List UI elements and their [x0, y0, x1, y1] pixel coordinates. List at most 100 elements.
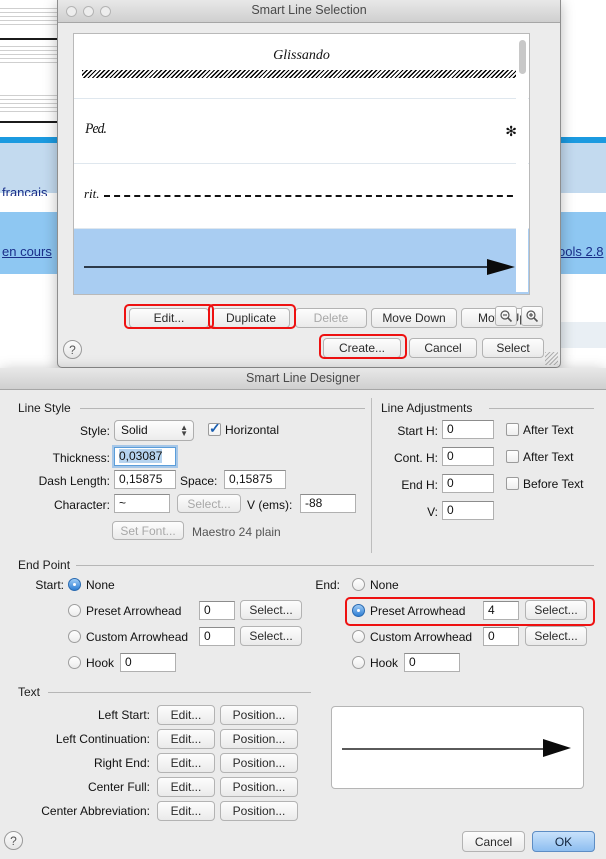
designer-window-title: Smart Line Designer	[0, 371, 606, 385]
left-continuation-edit-button[interactable]: Edit...	[157, 729, 215, 749]
end-preset-arrowhead-radio[interactable]	[352, 604, 365, 617]
designer-cancel-button[interactable]: Cancel	[462, 831, 525, 852]
designer-help-button[interactable]: ?	[4, 831, 23, 850]
v-input[interactable]: 0	[442, 501, 494, 520]
start-custom-arrowhead-select-button[interactable]: Select...	[240, 626, 302, 646]
end-custom-arrowhead-input[interactable]: 0	[483, 627, 519, 646]
vems-label: V (ems):	[247, 498, 303, 512]
start-h-after-text-checkbox[interactable]	[506, 423, 519, 436]
create-button[interactable]: Create...	[323, 338, 401, 358]
dash-length-input[interactable]: 0,15875	[114, 470, 176, 489]
designer-ok-button[interactable]: OK	[532, 831, 595, 852]
start-preset-arrowhead-label: Preset Arrowhead	[86, 604, 181, 618]
line-adjustments-group-rule	[489, 408, 594, 409]
end-point-group-rule	[76, 565, 594, 566]
end-none-radio[interactable]	[352, 578, 365, 591]
scrollbar-thumb[interactable]	[519, 40, 526, 74]
start-hook-input[interactable]: 0	[120, 653, 176, 672]
style-dropdown[interactable]: Solid ▲▼	[114, 420, 194, 441]
left-start-position-button[interactable]: Position...	[220, 705, 298, 725]
delete-button: Delete	[295, 308, 367, 328]
list-item[interactable]: Glissando	[74, 34, 529, 99]
end-h-input[interactable]: 0	[442, 474, 494, 493]
move-down-button[interactable]: Move Down	[371, 308, 457, 328]
end-hook-radio[interactable]	[352, 656, 365, 669]
horizontal-label: Horizontal	[225, 423, 279, 437]
background-band	[556, 143, 606, 193]
smart-line-designer-window: Smart Line Designer Line Style Style: So…	[0, 368, 606, 859]
zoom-out-icon[interactable]	[495, 306, 517, 326]
end-h-before-text-checkbox[interactable]	[506, 477, 519, 490]
left-continuation-position-button[interactable]: Position...	[220, 729, 298, 749]
select-button[interactable]: Select	[482, 338, 544, 358]
cont-h-input[interactable]: 0	[442, 447, 494, 466]
duplicate-button[interactable]: Duplicate	[212, 308, 290, 328]
list-scrollbar[interactable]	[516, 36, 528, 292]
end-none-label: None	[370, 578, 399, 592]
start-h-input[interactable]: 0	[442, 420, 494, 439]
edit-button[interactable]: Edit...	[129, 308, 209, 328]
start-preset-arrowhead-input[interactable]: 0	[199, 601, 235, 620]
smart-line-list[interactable]: Glissando Ped. ✻ rit.	[73, 33, 530, 295]
end-custom-arrowhead-label: Custom Arrowhead	[370, 630, 472, 644]
center-abbreviation-position-button[interactable]: Position...	[220, 801, 298, 821]
left-start-edit-button[interactable]: Edit...	[157, 705, 215, 725]
left-start-label: Left Start:	[40, 708, 150, 722]
selection-help-button[interactable]: ?	[63, 340, 82, 359]
start-h-after-text-label: After Text	[523, 423, 573, 437]
background-band	[556, 322, 606, 348]
right-end-label: Right End:	[40, 756, 150, 770]
end-hook-input[interactable]: 0	[404, 653, 460, 672]
horizontal-checkbox[interactable]	[208, 423, 221, 436]
center-full-position-button[interactable]: Position...	[220, 777, 298, 797]
start-none-radio[interactable]	[68, 578, 81, 591]
smart-line-selection-dialog: Smart Line Selection Glissando Ped. ✻ ri…	[57, 0, 561, 368]
list-item[interactable]: rit.	[74, 164, 529, 229]
center-abbreviation-edit-button[interactable]: Edit...	[157, 801, 215, 821]
text-group-label: Text	[18, 685, 40, 699]
end-point-group-label: End Point	[18, 558, 70, 572]
start-hook-radio[interactable]	[68, 656, 81, 669]
font-description: Maestro 24 plain	[192, 525, 281, 539]
end-preset-arrowhead-label: Preset Arrowhead	[370, 604, 465, 618]
glissando-label: Glissando	[273, 48, 330, 64]
dash-length-label: Dash Length:	[10, 474, 110, 488]
start-preset-arrowhead-radio[interactable]	[68, 604, 81, 617]
line-style-group-rule	[80, 408, 365, 409]
start-h-label: Start H:	[380, 424, 438, 438]
list-item[interactable]: Ped. ✻	[74, 99, 529, 164]
end-custom-arrowhead-select-button[interactable]: Select...	[525, 626, 587, 646]
cont-h-after-text-checkbox[interactable]	[506, 450, 519, 463]
end-hook-label: Hook	[370, 656, 398, 670]
vems-input[interactable]: -88	[300, 494, 356, 513]
center-abbreviation-label: Center Abbreviation:	[20, 804, 150, 818]
end-custom-arrowhead-radio[interactable]	[352, 630, 365, 643]
end-preset-arrowhead-select-button[interactable]: Select...	[525, 600, 587, 620]
zoom-in-icon[interactable]	[521, 306, 543, 326]
right-end-edit-button[interactable]: Edit...	[157, 753, 215, 773]
background-band	[556, 296, 606, 322]
space-label: Space:	[180, 474, 230, 488]
center-full-edit-button[interactable]: Edit...	[157, 777, 215, 797]
thickness-input[interactable]: 0,03087	[114, 447, 176, 466]
designer-titlebar: Smart Line Designer	[0, 368, 606, 390]
center-full-label: Center Full:	[40, 780, 150, 794]
character-label: Character:	[28, 498, 110, 512]
start-none-label: None	[86, 578, 115, 592]
resize-grip[interactable]	[545, 352, 558, 365]
space-input[interactable]: 0,15875	[224, 470, 286, 489]
start-custom-arrowhead-radio[interactable]	[68, 630, 81, 643]
list-item[interactable]	[74, 229, 529, 294]
start-hook-label: Hook	[86, 656, 114, 670]
background-text-encours: en cours	[2, 244, 52, 259]
start-custom-arrowhead-input[interactable]: 0	[199, 627, 235, 646]
background-band	[556, 212, 606, 274]
character-input[interactable]: ~	[114, 494, 170, 513]
right-end-position-button[interactable]: Position...	[220, 753, 298, 773]
thickness-value: 0,03087	[119, 449, 162, 463]
end-preset-arrowhead-input[interactable]: 4	[483, 601, 519, 620]
start-preset-arrowhead-select-button[interactable]: Select...	[240, 600, 302, 620]
selection-cancel-button[interactable]: Cancel	[409, 338, 477, 358]
line-style-group-label: Line Style	[18, 401, 71, 415]
line-preview	[331, 706, 584, 789]
